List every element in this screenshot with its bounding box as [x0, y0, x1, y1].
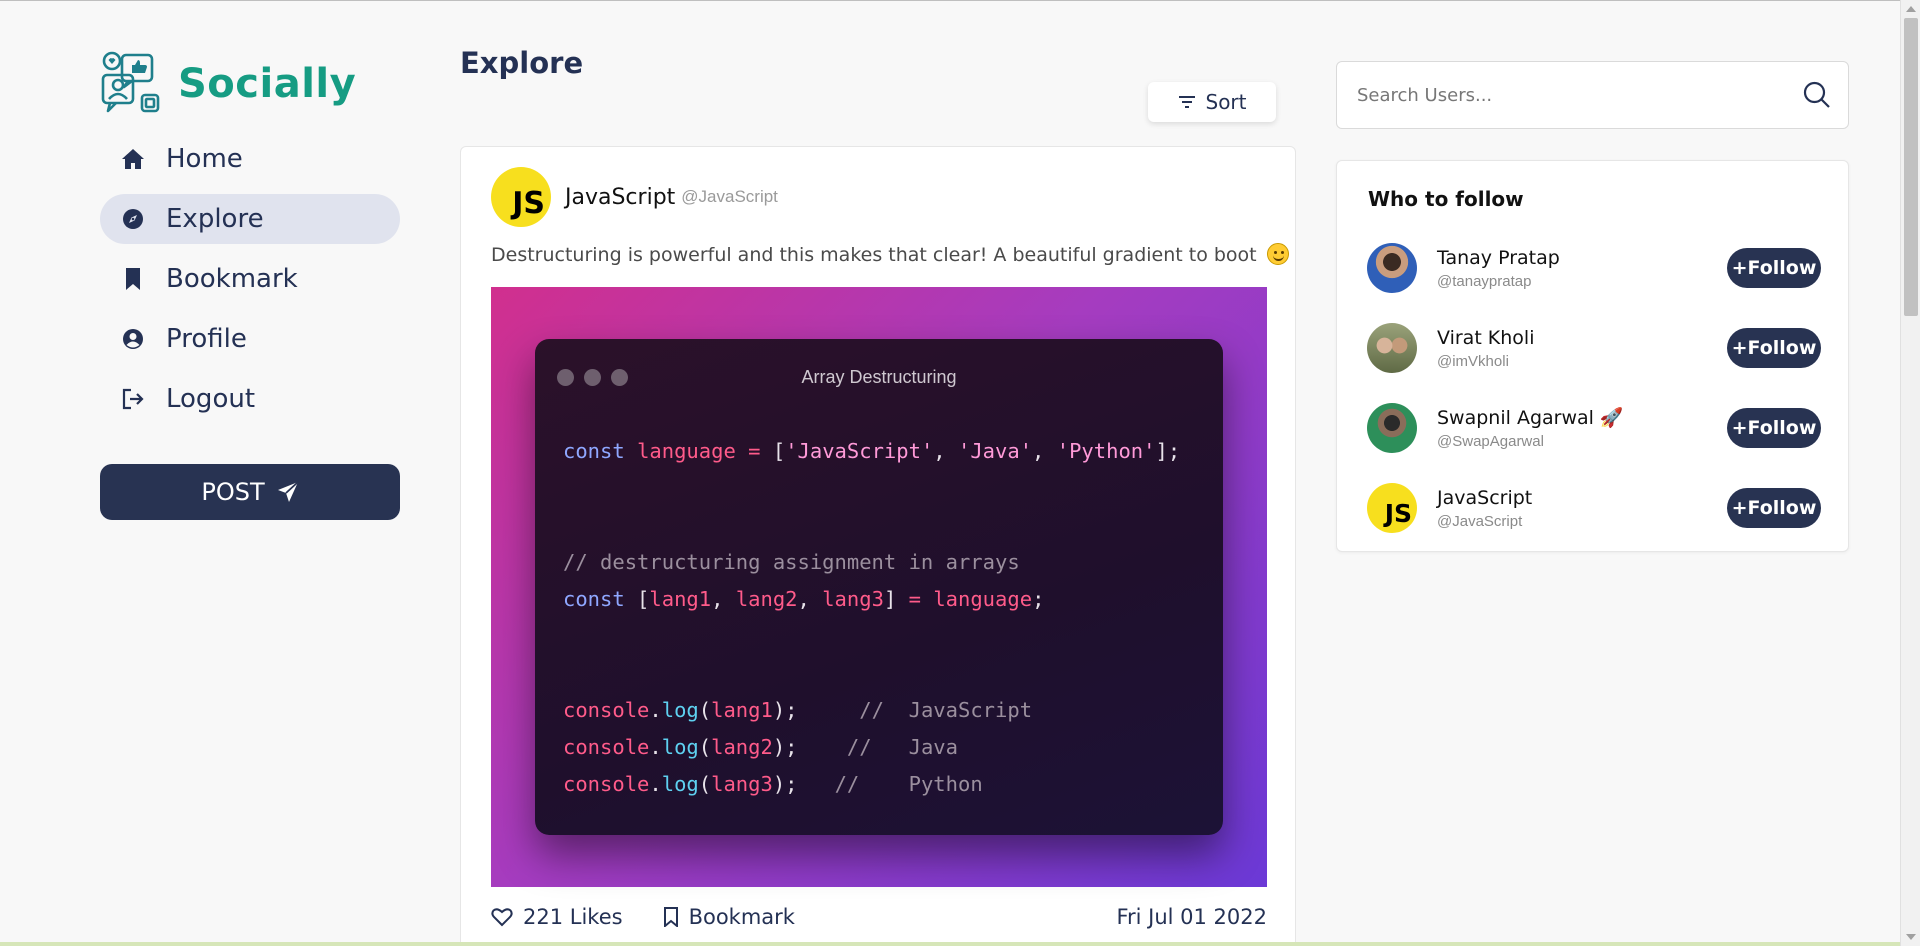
follow-suggestion: Virat Kholi @imVkholi +Follow: [1367, 322, 1821, 374]
compass-icon: [120, 206, 146, 232]
suggestion-handle: @SwapAgarwal: [1437, 433, 1544, 450]
follow-button[interactable]: +Follow: [1727, 328, 1821, 368]
follow-button[interactable]: +Follow: [1727, 248, 1821, 288]
scroll-down-arrow-icon[interactable]: [1906, 934, 1916, 940]
code-block: const language = ['JavaScript', 'Java', …: [563, 433, 1180, 803]
follow-suggestion: Swapnil Agarwal 🚀 @SwapAgarwal +Follow: [1367, 402, 1821, 454]
rocket-emoji-icon: 🚀: [1599, 407, 1624, 429]
code-line: console.log(lang2); // Java: [563, 735, 958, 759]
follow-suggestion: JS JavaScript @JavaScript +Follow: [1367, 482, 1821, 534]
left-sidebar: Socially Home Explore Bookmark Profile L…: [100, 48, 400, 520]
nav-item-explore[interactable]: Explore: [100, 194, 400, 244]
scrollbar[interactable]: [1900, 0, 1920, 946]
nav-item-home[interactable]: Home: [100, 134, 400, 184]
suggestion-handle: @imVkholi: [1437, 352, 1509, 370]
post-text-content: Destructuring is powerful and this makes…: [491, 244, 1257, 266]
bookmark-label: Bookmark: [688, 905, 795, 929]
suggestion-handle: @tanaypratap: [1437, 272, 1532, 290]
suggestion-info: Virat Kholi @imVkholi: [1437, 327, 1535, 370]
code-window: Array Destructuring const language = ['J…: [535, 339, 1223, 835]
avatar[interactable]: [1367, 323, 1417, 373]
follow-button[interactable]: +Follow: [1727, 488, 1821, 528]
search-icon[interactable]: [1802, 80, 1832, 110]
sort-button[interactable]: Sort: [1148, 82, 1276, 122]
brand-logo-icon: [101, 51, 160, 113]
who-to-follow-title: Who to follow: [1368, 187, 1524, 211]
post-text: Destructuring is powerful and this makes…: [491, 243, 1289, 266]
follow-suggestion: Tanay Pratap @tanaypratap +Follow: [1367, 242, 1821, 294]
post-author-name[interactable]: JavaScript: [565, 185, 675, 210]
suggestion-name-row: Swapnil Agarwal 🚀: [1437, 406, 1624, 429]
suggestion-info: Swapnil Agarwal 🚀 @SwapAgarwal: [1437, 406, 1624, 450]
suggestion-name[interactable]: JavaScript: [1437, 487, 1532, 509]
code-title: Array Destructuring: [801, 367, 957, 387]
main-feed: Explore Sort JS JavaScript @JavaScript D…: [460, 46, 1296, 946]
send-icon: [277, 481, 299, 502]
bookmark-button[interactable]: Bookmark: [663, 905, 795, 929]
nav-label-profile: Profile: [166, 324, 247, 354]
sort-label: Sort: [1205, 90, 1247, 114]
code-line: console.log(lang1); // JavaScript: [563, 698, 1033, 722]
suggestion-info: JavaScript @JavaScript: [1437, 487, 1532, 530]
home-icon: [120, 146, 146, 172]
brand[interactable]: Socially: [100, 48, 400, 120]
post-card: JS JavaScript @JavaScript Destructuring …: [460, 146, 1296, 946]
brand-name: Socially: [178, 61, 357, 107]
scroll-up-arrow-icon[interactable]: [1906, 6, 1916, 12]
heart-icon: [491, 908, 513, 927]
code-line: const [lang1, lang2, lang3] = language;: [563, 587, 1045, 611]
nav-label-bookmark: Bookmark: [166, 264, 298, 294]
smiley-emoji-icon: [1266, 243, 1289, 265]
post-button-label: POST: [201, 478, 265, 506]
like-button[interactable]: 221 Likes: [491, 905, 623, 929]
search-input[interactable]: [1357, 62, 1777, 128]
nav-item-profile[interactable]: Profile: [100, 314, 400, 364]
code-line: console.log(lang3); // Python: [563, 772, 983, 796]
post-button[interactable]: POST: [100, 464, 400, 520]
nav-item-logout[interactable]: Logout: [100, 374, 400, 424]
nav-label-explore: Explore: [166, 204, 264, 234]
who-to-follow-card: Who to follow Tanay Pratap @tanaypratap …: [1336, 160, 1849, 552]
code-line: const language = ['JavaScript', 'Java', …: [563, 439, 1181, 463]
user-circle-icon: [120, 326, 146, 352]
suggestion-info: Tanay Pratap @tanaypratap: [1437, 247, 1560, 290]
likes-count: 221 Likes: [523, 905, 623, 929]
post-header: JS JavaScript @JavaScript: [491, 167, 778, 227]
nav-item-bookmark[interactable]: Bookmark: [100, 254, 400, 304]
post-date: Fri Jul 01 2022: [1116, 905, 1267, 929]
avatar[interactable]: [1367, 243, 1417, 293]
scrollbar-thumb[interactable]: [1904, 18, 1918, 316]
suggestion-name[interactable]: Swapnil Agarwal: [1437, 407, 1594, 429]
avatar[interactable]: JS: [491, 167, 551, 227]
filter-icon: [1178, 96, 1195, 108]
bookmark-outline-icon: [663, 907, 678, 927]
post-footer: 221 Likes Bookmark Fri Jul 01 2022: [491, 905, 1267, 929]
window-top-border: [0, 0, 1920, 1]
suggestion-name[interactable]: Virat Kholi: [1437, 327, 1535, 349]
suggestion-name[interactable]: Tanay Pratap: [1437, 247, 1560, 269]
bottom-strip: [0, 942, 1900, 946]
post-image: Array Destructuring const language = ['J…: [491, 287, 1267, 887]
bookmark-icon: [120, 266, 146, 292]
page-title: Explore: [460, 46, 584, 80]
follow-button[interactable]: +Follow: [1727, 408, 1821, 448]
post-author-handle: @JavaScript: [681, 187, 778, 206]
suggestion-handle: @JavaScript: [1437, 512, 1523, 530]
code-line: // destructuring assignment in arrays: [563, 550, 1020, 574]
avatar[interactable]: [1367, 403, 1417, 453]
search-box: [1336, 61, 1849, 129]
logout-icon: [120, 386, 146, 412]
nav-label-home: Home: [166, 144, 243, 174]
avatar[interactable]: JS: [1367, 483, 1417, 533]
main-nav: Home Explore Bookmark Profile Logout: [100, 134, 400, 424]
nav-label-logout: Logout: [166, 384, 256, 414]
